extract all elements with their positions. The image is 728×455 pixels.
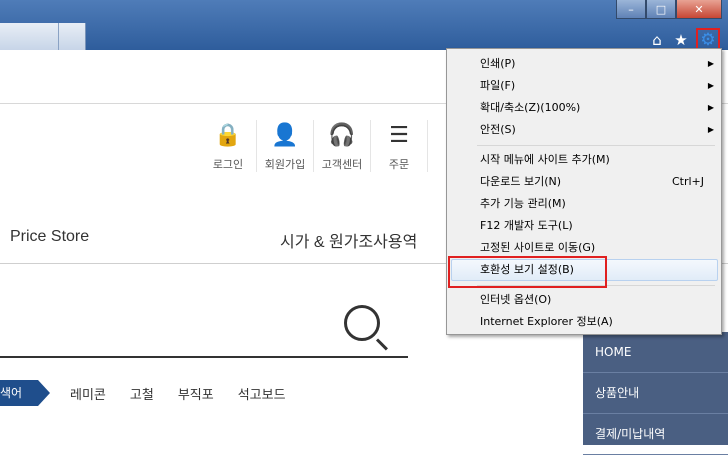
search-icon[interactable] — [344, 305, 380, 341]
menu-item-downloads[interactable]: 다운로드 보기(N) Ctrl+J — [480, 172, 714, 192]
list-icon: ☰ — [389, 123, 409, 148]
menu-item-print-label: 인쇄(P) — [480, 57, 516, 70]
tab-divider — [58, 23, 59, 50]
menu-item-internet-options-label: 인터넷 옵션(O) — [480, 293, 552, 306]
menu-item-downloads-label: 다운로드 보기(N) — [480, 175, 562, 188]
category-list: 레미콘 고철 부직포 석고보드 — [70, 384, 286, 403]
category-tag-label: 색어 — [0, 386, 23, 400]
menu-item-internet-options[interactable]: 인터넷 옵션(O) — [480, 290, 714, 310]
lock-icon: 🔒 — [214, 123, 242, 148]
nav-login-label: 로그인 — [212, 158, 244, 171]
window-controls: – □ ✕ — [616, 0, 722, 20]
nav-order-label: 주문 — [388, 158, 410, 171]
search-input-underline[interactable] — [0, 356, 408, 358]
submenu-arrow-icon: ▶ — [707, 125, 714, 134]
side-menu: HOME 상품안내 결제/미납내역 — [583, 332, 728, 455]
top-nav: 🔒 로그인 👤 회원가입 🎧 고객센터 ☰ 주문 — [200, 120, 428, 172]
gear-icon[interactable]: ⚙ — [699, 30, 717, 50]
nav-signup-label: 회원가입 — [264, 158, 306, 171]
tools-menu: 인쇄(P) ▶ 파일(F) ▶ 확대/축소(Z)(100%) ▶ 안전(S) ▶ 시작 … — [446, 48, 722, 335]
category-tag[interactable]: 색어 — [0, 380, 51, 406]
user-icon: 👤 — [271, 123, 299, 148]
browser-titlebar: – □ ✕ ⌂ ★ ⚙ — [0, 0, 728, 52]
nav-order[interactable]: ☰ 주문 — [371, 120, 428, 172]
menu-item-zoom-label: 확대/축소(Z)(100%) — [480, 101, 581, 114]
menu-item-dev-tools-label: F12 개발자 도구(L) — [480, 219, 573, 232]
headset-icon: 🎧 — [328, 123, 356, 148]
menu-item-file-label: 파일(F) — [480, 79, 516, 92]
nav-support[interactable]: 🎧 고객센터 — [314, 120, 371, 172]
menu-item-about-ie[interactable]: Internet Explorer 정보(A) — [480, 312, 714, 332]
close-icon: ✕ — [694, 2, 704, 16]
menu-item-about-ie-label: Internet Explorer 정보(A) — [480, 315, 613, 328]
category-nonwoven[interactable]: 부직포 — [178, 384, 214, 403]
downloads-shortcut: Ctrl+J — [671, 175, 704, 188]
category-gypsum-board[interactable]: 석고보드 — [238, 384, 286, 403]
minimize-icon: – — [628, 2, 634, 16]
menu-item-dev-tools[interactable]: F12 개발자 도구(L) — [480, 216, 714, 236]
maximize-icon: □ — [655, 2, 667, 16]
home-icon[interactable]: ⌂ — [648, 31, 666, 49]
nav-support-label: 고객센터 — [321, 158, 363, 171]
menu-item-zoom[interactable]: 확대/축소(Z)(100%) ▶ — [480, 98, 714, 118]
maximize-button[interactable]: □ — [646, 0, 676, 19]
tab-strip[interactable] — [0, 23, 86, 50]
submenu-arrow-icon: ▶ — [707, 59, 714, 68]
submenu-arrow-icon: ▶ — [707, 81, 714, 90]
menu-item-add-to-start[interactable]: 시작 메뉴에 사이트 추가(M) — [480, 150, 714, 170]
category-remicon[interactable]: 레미콘 — [70, 384, 106, 403]
menu-item-file[interactable]: 파일(F) ▶ — [480, 76, 714, 96]
menu-item-add-to-start-label: 시작 메뉴에 사이트 추가(M) — [480, 153, 610, 166]
menu-item-manage-addons-label: 추가 기능 관리(M) — [480, 197, 566, 210]
nav-login[interactable]: 🔒 로그인 — [200, 120, 257, 172]
star-icon[interactable]: ★ — [672, 31, 690, 49]
price-store-link[interactable]: Price Store — [10, 228, 89, 246]
category-scrap-iron[interactable]: 고철 — [130, 384, 154, 403]
menu-item-safety[interactable]: 안전(S) ▶ — [480, 120, 714, 140]
menu-item-safety-label: 안전(S) — [480, 123, 516, 136]
compat-view-highlight-box — [448, 256, 607, 288]
menu-item-pinned-sites[interactable]: 고정된 사이트로 이동(G) — [480, 238, 714, 258]
side-menu-home[interactable]: HOME — [583, 332, 728, 373]
submenu-arrow-icon: ▶ — [707, 103, 714, 112]
menu-item-pinned-sites-label: 고정된 사이트로 이동(G) — [480, 241, 596, 254]
appraisal-service-link[interactable]: 시가 & 원가조사용역 — [280, 228, 417, 252]
close-button[interactable]: ✕ — [676, 0, 722, 19]
nav-signup[interactable]: 👤 회원가입 — [257, 120, 314, 172]
minimize-button[interactable]: – — [616, 0, 646, 19]
menu-item-print[interactable]: 인쇄(P) ▶ — [480, 54, 714, 74]
side-menu-payments[interactable]: 결제/미납내역 — [583, 414, 728, 455]
side-menu-products[interactable]: 상품안내 — [583, 373, 728, 414]
menu-separator — [477, 145, 715, 146]
menu-item-manage-addons[interactable]: 추가 기능 관리(M) — [480, 194, 714, 214]
